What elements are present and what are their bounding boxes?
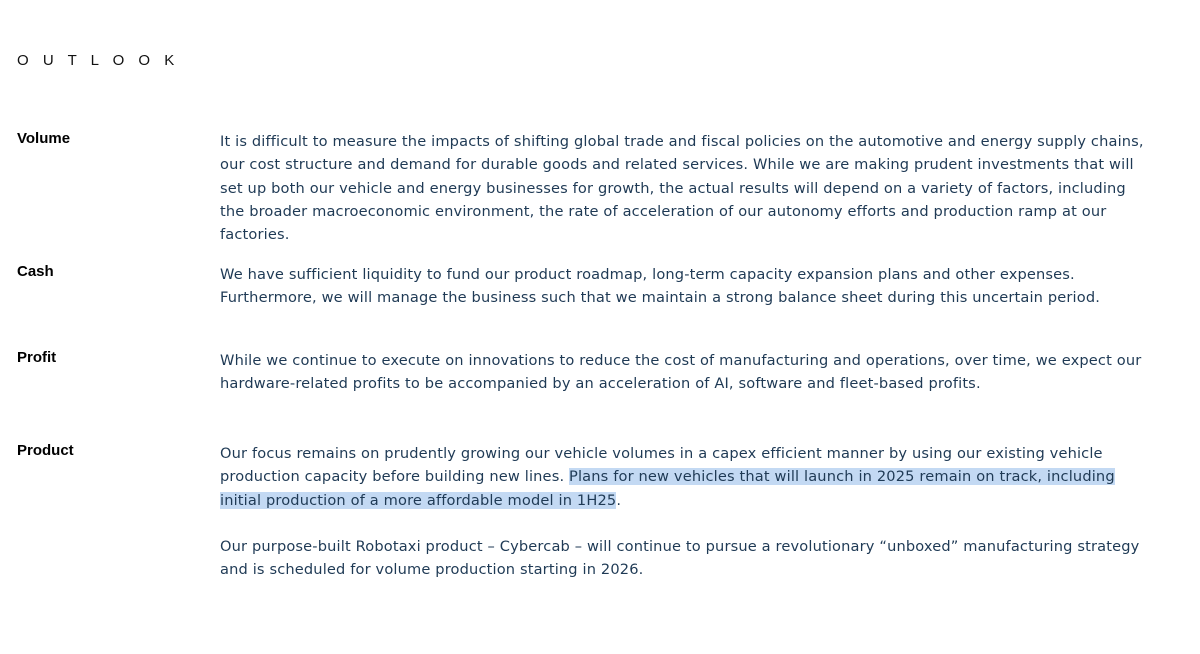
volume-label: Volume xyxy=(17,130,71,147)
product-paragraph: Our focus remains on prudently growing o… xyxy=(220,442,1150,512)
product-text-end: . xyxy=(616,491,622,509)
profit-paragraph: While we continue to execute on innovati… xyxy=(220,352,1142,393)
outlook-heading: O U T L O O K xyxy=(17,52,180,69)
profit-label: Profit xyxy=(17,349,57,366)
cash-paragraph: We have sufficient liquidity to fund our… xyxy=(220,266,1101,307)
document-page: O U T L O O K Volume It is difficult to … xyxy=(0,0,1200,654)
cash-label: Cash xyxy=(17,263,54,280)
volume-paragraph: It is difficult to measure the impacts o… xyxy=(220,133,1144,244)
product-label: Product xyxy=(17,442,74,459)
robotaxi-paragraph: Our purpose-built Robotaxi product – Cyb… xyxy=(220,538,1140,579)
